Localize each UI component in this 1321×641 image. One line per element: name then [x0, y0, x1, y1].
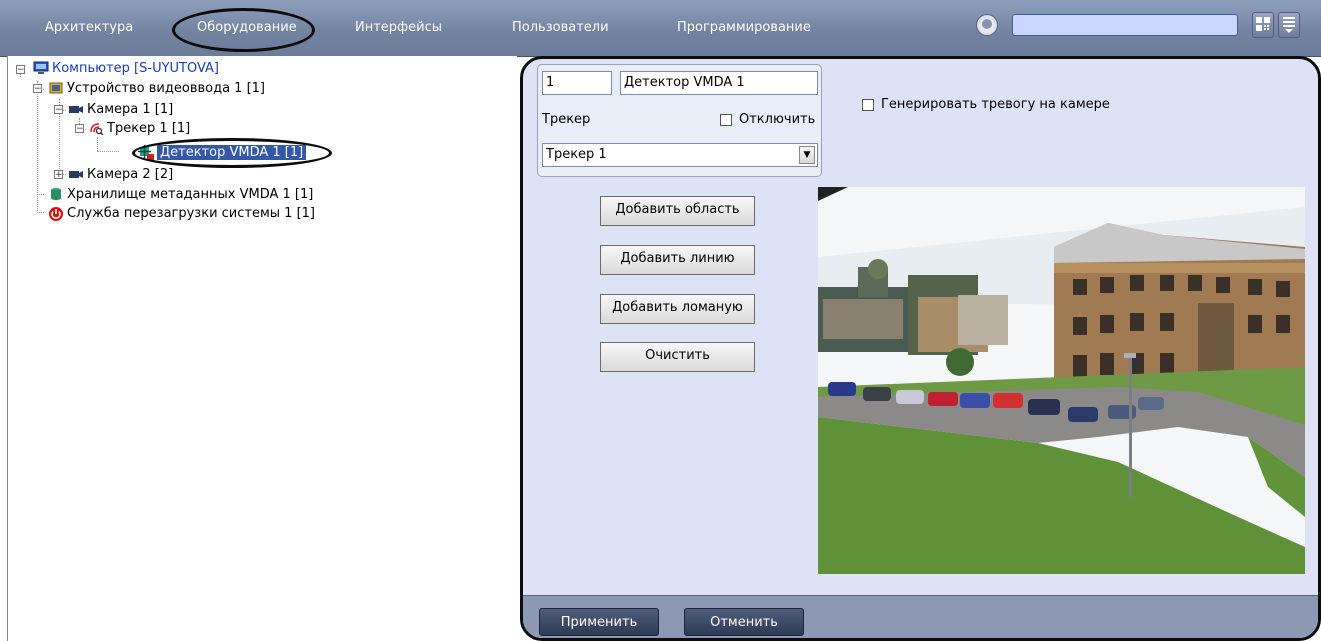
expand-camera-2[interactable]: + — [54, 170, 63, 180]
detector-general-group: 1 Детектор VMDA 1 Трекер Отключить Треке… — [537, 64, 822, 177]
tree-item-camera-2[interactable]: Камера 2 [2] — [68, 165, 173, 183]
tree-item-computer[interactable]: Компьютер [S-UYUTOVA] — [33, 59, 219, 77]
collapse-computer[interactable]: − — [16, 65, 25, 75]
detector-settings-panel: 1 Детектор VMDA 1 Трекер Отключить Треке… — [520, 56, 1321, 641]
tree-item-camera-1[interactable]: Камера 1 [1] — [68, 100, 173, 118]
tracker-icon — [88, 121, 104, 136]
layout-icon[interactable] — [1252, 12, 1274, 38]
camera-icon — [68, 102, 84, 116]
tree-item-metadata-storage[interactable]: Хранилище метаданных VMDA 1 [1] — [48, 185, 313, 203]
globe-icon[interactable] — [976, 14, 998, 36]
menu-equipment[interactable]: Оборудование — [197, 20, 297, 35]
camera-video-frame[interactable] — [818, 187, 1305, 574]
generate-alarm-checkbox[interactable] — [862, 99, 874, 111]
camera-icon — [68, 167, 84, 181]
tree-item-video-device[interactable]: Устройство видеоввода 1 [1] — [48, 79, 265, 97]
tracker-label: Трекер — [542, 112, 591, 127]
disable-checkbox[interactable] — [720, 114, 732, 126]
menu-programming[interactable]: Программирование — [677, 20, 811, 35]
settings-footer: Применить Отменить — [523, 595, 1318, 638]
menu-interfaces[interactable]: Интерфейсы — [355, 20, 442, 35]
computer-icon — [33, 61, 49, 75]
add-area-button[interactable]: Добавить область — [600, 196, 755, 226]
detector-name-field[interactable]: Детектор VMDA 1 — [620, 71, 818, 95]
collapse-tracker[interactable]: − — [75, 124, 84, 134]
detector-id-field[interactable]: 1 — [542, 71, 612, 95]
collapse-video-device[interactable]: − — [33, 84, 42, 94]
menu-architecture[interactable]: Архитектура — [45, 20, 133, 35]
database-icon — [48, 187, 64, 201]
list-icon[interactable] — [1278, 12, 1300, 38]
menu-users[interactable]: Пользователи — [512, 20, 609, 35]
hardware-tree: − Компьютер [S-UYUTOVA] − Устройство вид… — [7, 56, 517, 641]
collapse-camera-1[interactable]: − — [54, 105, 63, 115]
clear-button[interactable]: Очистить — [600, 342, 755, 372]
apply-button[interactable]: Применить — [539, 608, 659, 636]
tree-item-detector[interactable]: Детектор VMDA 1 [1] — [138, 143, 307, 161]
main-menu-bar: Архитектура Оборудование Интерфейсы Поль… — [0, 0, 1321, 57]
power-icon — [48, 206, 64, 221]
add-line-button[interactable]: Добавить линию — [600, 245, 755, 275]
search-input[interactable] — [1012, 14, 1238, 36]
disable-label: Отключить — [739, 112, 816, 127]
video-device-icon — [48, 81, 64, 95]
tracker-select[interactable]: Трекер 1 ▼ — [542, 143, 818, 167]
chevron-down-icon[interactable]: ▼ — [799, 146, 815, 164]
tree-item-reboot-service[interactable]: Служба перезагрузки системы 1 [1] — [48, 204, 315, 222]
generate-alarm-label: Генерировать тревогу на камере — [881, 97, 1110, 112]
cancel-button[interactable]: Отменить — [684, 608, 804, 636]
add-polyline-button[interactable]: Добавить ломаную — [600, 294, 755, 324]
tree-item-tracker[interactable]: Трекер 1 [1] — [88, 119, 190, 137]
detector-icon — [138, 145, 154, 161]
